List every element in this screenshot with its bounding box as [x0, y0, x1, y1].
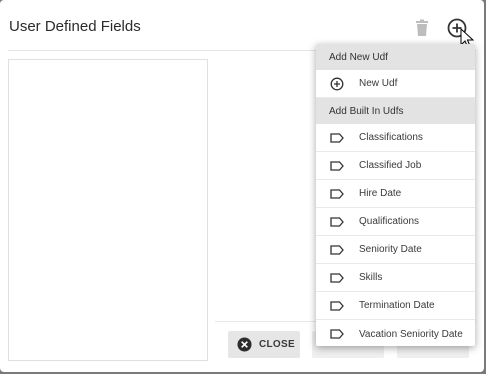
menu-item-label: Skills — [359, 272, 383, 283]
menu-item-seniority-date[interactable]: Seniority Date — [316, 236, 475, 264]
close-circle-icon — [237, 337, 252, 352]
menu-item-hire-date[interactable]: Hire Date — [316, 180, 475, 208]
label-icon — [330, 243, 344, 257]
menu-item-classifications[interactable]: Classifications — [316, 124, 475, 152]
menu-item-new-udf[interactable]: New Udf — [316, 70, 475, 98]
menu-item-label: New Udf — [359, 78, 398, 89]
menu-item-classified-job[interactable]: Classified Job — [316, 152, 475, 180]
menu-item-label: Termination Date — [359, 300, 435, 311]
menu-item-label: Qualifications — [359, 216, 420, 227]
menu-item-label: Vacation Seniority Date — [359, 328, 463, 340]
menu-item-label: Classifications — [359, 132, 423, 143]
user-defined-fields-dialog: User Defined Fields CLOSE Add New Udf Ne… — [0, 0, 484, 372]
label-icon — [330, 187, 344, 201]
delete-button[interactable] — [412, 18, 432, 38]
add-circle-icon — [330, 77, 344, 91]
menu-item-vacation-seniority-date[interactable]: Vacation Seniority Date — [316, 320, 475, 346]
menu-item-label: Hire Date — [359, 188, 402, 199]
menu-item-qualifications[interactable]: Qualifications — [316, 208, 475, 236]
label-icon — [330, 131, 344, 145]
close-button-label: CLOSE — [259, 339, 295, 350]
menu-section-builtin-header: Add Built In Udfs — [316, 98, 475, 124]
menu-item-label: Classified Job — [359, 160, 422, 171]
menu-item-label: Seniority Date — [359, 244, 422, 255]
label-icon — [330, 159, 344, 173]
label-icon — [330, 215, 344, 229]
builtin-udf-list: Classifications Classified Job Hire Date Qu… — [316, 124, 475, 346]
menu-section-new-header: Add New Udf — [316, 44, 475, 70]
udf-list-panel[interactable] — [8, 59, 208, 361]
menu-item-termination-date[interactable]: Termination Date — [316, 292, 475, 320]
add-udf-menu: Add New Udf New Udf Add Built In Udfs Cl… — [316, 44, 475, 346]
trash-icon — [416, 19, 428, 36]
menu-item-skills[interactable]: Skills — [316, 264, 475, 292]
label-icon — [330, 271, 344, 285]
label-icon — [330, 299, 344, 313]
close-button[interactable]: CLOSE — [228, 331, 300, 358]
dialog-title: User Defined Fields — [9, 18, 141, 35]
label-icon — [330, 327, 344, 341]
